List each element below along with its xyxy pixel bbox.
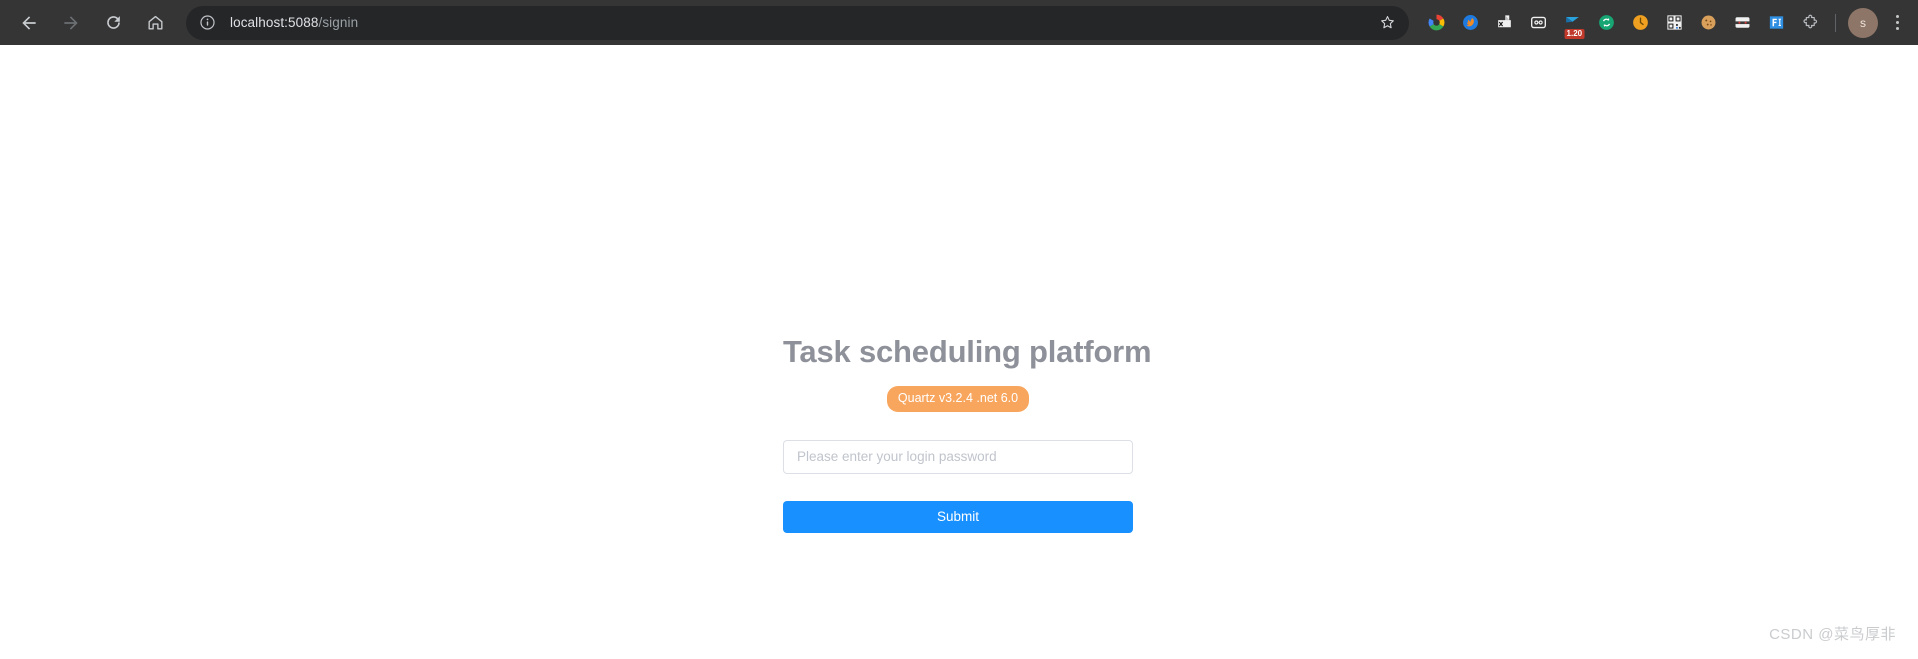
- signin-card: Task scheduling platform Quartz v3.2.4 .…: [783, 333, 1152, 533]
- password-input[interactable]: [783, 439, 1133, 474]
- reload-icon: [106, 16, 120, 29]
- ext-clock-extension[interactable]: [1625, 6, 1655, 40]
- avatar[interactable]: s: [1848, 7, 1878, 38]
- ext-voice-recorder-extension[interactable]: [1523, 6, 1553, 40]
- ext-badge-count: 1.20: [1564, 28, 1585, 39]
- qr-code-icon: [1666, 15, 1682, 30]
- submit-button[interactable]: Submit: [783, 500, 1133, 533]
- version-badge: Quartz v3.2.4 .net 6.0: [886, 386, 1030, 412]
- menu-dot: [1895, 27, 1899, 30]
- home-button[interactable]: [138, 6, 172, 40]
- fax-printer-icon: [1497, 15, 1511, 28]
- menu-dot: [1895, 21, 1899, 24]
- ext-puzzle-extensions[interactable]: [1795, 6, 1825, 40]
- toolbar-divider: [1835, 13, 1836, 32]
- url-host: localhost:5088: [230, 15, 319, 30]
- forward-arrow-icon: [64, 15, 78, 30]
- url-text: localhost:5088/signin: [230, 15, 1373, 30]
- ext-incognito-extension[interactable]: [1727, 6, 1757, 40]
- forward-button[interactable]: [54, 6, 88, 40]
- ext-download-extension[interactable]: 1.20: [1557, 6, 1587, 40]
- page-title: Task scheduling platform: [783, 334, 1152, 369]
- ext-qr-code-extension[interactable]: [1659, 6, 1689, 40]
- menu-dot: [1895, 15, 1899, 18]
- back-button[interactable]: [12, 6, 46, 40]
- ext-sync-extension[interactable]: [1591, 6, 1621, 40]
- chrome-menu-button[interactable]: [1884, 6, 1910, 40]
- url-path: /signin: [318, 15, 359, 30]
- address-bar[interactable]: localhost:5088/signin: [186, 5, 1409, 40]
- extensions-area: 1.20: [1413, 6, 1827, 40]
- home-icon: [147, 15, 163, 30]
- info-circle-icon: [199, 15, 215, 30]
- firefox-flame-icon: [1462, 15, 1478, 30]
- ext-google-extension[interactable]: [1421, 6, 1451, 40]
- bookmark-star-button[interactable]: [1373, 9, 1401, 37]
- version-badge-row: Quartz v3.2.4 .net 6.0: [783, 386, 1133, 412]
- sync-icon: [1598, 15, 1614, 30]
- browser-toolbar: localhost:5088/signin 1.20 s: [0, 0, 1918, 45]
- reload-button[interactable]: [96, 6, 130, 40]
- fi-tool-icon: [1769, 16, 1783, 29]
- clock-icon: [1632, 15, 1648, 30]
- ext-cookie-extension[interactable]: [1693, 6, 1723, 40]
- voice-recorder-icon: [1530, 16, 1546, 29]
- avatar-initial: s: [1860, 15, 1866, 30]
- google-circle-icon: [1428, 14, 1444, 31]
- puzzle-piece-icon: [1802, 14, 1817, 29]
- ext-fax-print-extension[interactable]: [1489, 6, 1519, 40]
- incognito-mask-icon: [1735, 17, 1749, 28]
- star-icon: [1380, 16, 1394, 29]
- back-arrow-icon: [22, 15, 36, 30]
- watermark: CSDN @菜鸟厚非: [1769, 626, 1896, 643]
- page-viewport: Task scheduling platform Quartz v3.2.4 .…: [0, 45, 1918, 659]
- cookie-icon: [1701, 15, 1715, 30]
- ext-fi-extension[interactable]: [1761, 6, 1791, 40]
- ext-firefox-extension[interactable]: [1455, 6, 1485, 40]
- site-info-icon[interactable]: [196, 12, 218, 34]
